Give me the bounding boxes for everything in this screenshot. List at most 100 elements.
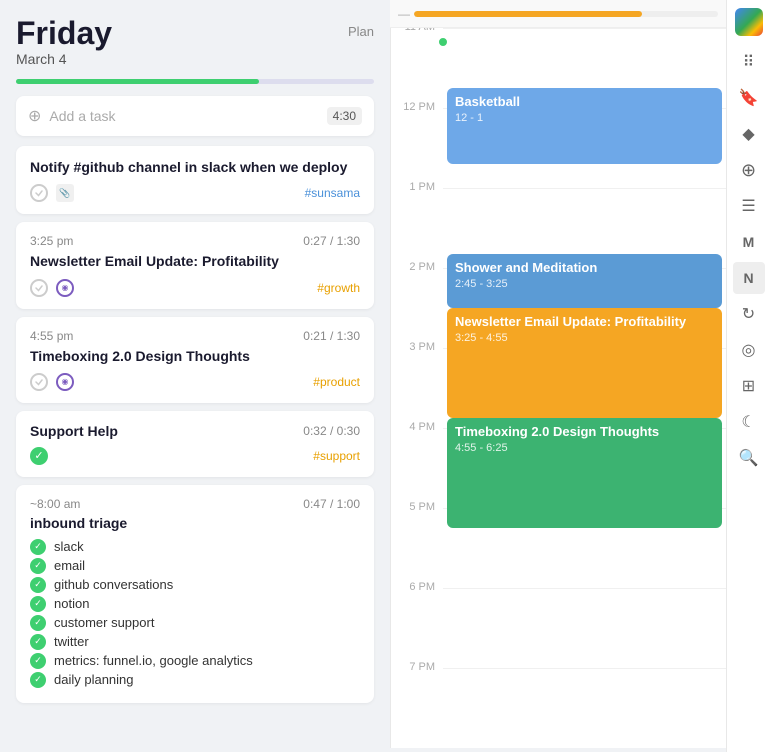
support-title: Support Help — [30, 423, 118, 439]
support-card: Support Help 0:32 / 0:30 ✓ #support — [16, 411, 374, 477]
event-title: Timeboxing 2.0 Design Thoughts — [455, 424, 714, 440]
time-label: 2 PM — [391, 261, 443, 273]
support-check[interactable]: ✓ — [30, 447, 48, 465]
checklist-item: ✓customer support — [30, 615, 360, 631]
github-icon[interactable]: ⊕ — [733, 154, 765, 186]
checklist-label: daily planning — [54, 672, 134, 687]
progress-bar-bg — [16, 79, 374, 84]
triage-duration: 0:47 / 1:00 — [303, 497, 360, 511]
time-label: 11 AM — [391, 28, 443, 33]
task-title-newsletter: Newsletter Email Update: Profitability — [30, 252, 360, 270]
calendar-event[interactable]: Timeboxing 2.0 Design Thoughts 4:55 - 6:… — [447, 418, 722, 528]
checklist-label: email — [54, 558, 85, 573]
refresh-icon[interactable]: ↻ — [733, 298, 765, 330]
progress-bar-fill — [16, 79, 259, 84]
time-label: 5 PM — [391, 501, 443, 513]
mail-icon[interactable]: M — [733, 226, 765, 258]
checklist-check: ✓ — [30, 558, 46, 574]
checklist-item: ✓ slack — [30, 539, 360, 555]
checklist-item: ✓notion — [30, 596, 360, 612]
add-task-row[interactable]: ⊕ Add a task 4:30 — [16, 96, 374, 136]
checklist-check: ✓ — [30, 596, 46, 612]
task-duration-newsletter: 0:27 / 1:30 — [303, 234, 360, 248]
cal-progress-fill — [414, 11, 642, 17]
checklist-check: ✓ — [30, 653, 46, 669]
checklist-label: twitter — [54, 634, 89, 649]
checklist-item: ✓ twitter — [30, 634, 360, 650]
triage-time: ~8:00 am — [30, 497, 80, 511]
task-card-notify: Notify #github channel in slack when we … — [16, 146, 374, 214]
checklist-label: slack — [54, 539, 84, 554]
triage-title: inbound triage — [30, 515, 360, 531]
task-card-newsletter: 3:25 pm 0:27 / 1:30 Newsletter Email Upd… — [16, 222, 374, 308]
support-row: Support Help 0:32 / 0:30 — [30, 423, 360, 439]
add-task-badge: 4:30 — [327, 107, 362, 125]
task-title-notify: Notify #github channel in slack when we … — [30, 158, 360, 176]
page-title: Friday — [16, 16, 112, 51]
triage-meta: ~8:00 am 0:47 / 1:00 — [30, 497, 360, 511]
support-duration: 0:32 / 0:30 — [303, 424, 360, 438]
calendar-event[interactable]: Shower and Meditation 2:45 - 3:25 — [447, 254, 722, 308]
checklist-label: customer support — [54, 615, 154, 630]
time-label: 4 PM — [391, 421, 443, 433]
calendar-event[interactable]: Basketball 12 - 1 — [447, 88, 722, 164]
time-label: 6 PM — [391, 581, 443, 593]
checklist-check: ✓ — [30, 539, 46, 555]
task-footer-notify: 📎 #sunsama — [30, 184, 360, 202]
checklist-label: metrics: funnel.io, google analytics — [54, 653, 253, 668]
list-icon[interactable]: ☰ — [733, 190, 765, 222]
checklist-check: ✓ — [30, 672, 46, 688]
task-duration-timeboxing: 0:21 / 1:30 — [303, 329, 360, 343]
task-tag-notify: #sunsama — [305, 186, 360, 200]
calendar-wrapper: — 11 AM 12 PM 1 PM 2 PM 3 PM 4 PM 5 PM 6… — [390, 0, 726, 752]
calendar-panel[interactable]: 11 AM 12 PM 1 PM 2 PM 3 PM 4 PM 5 PM 6 P… — [390, 28, 726, 748]
task-meta-timeboxing: 4:55 pm 0:21 / 1:30 — [30, 329, 360, 343]
notion-icon[interactable]: N — [733, 262, 765, 294]
tag-circle-timeboxing: ◉ — [56, 373, 74, 391]
task-check-newsletter[interactable] — [30, 279, 48, 297]
moon-icon[interactable]: ☾ — [733, 406, 765, 438]
header: Friday March 4 Plan — [16, 16, 374, 75]
add-task-left: ⊕ Add a task — [28, 106, 116, 126]
task-time-timeboxing: 4:55 pm — [30, 329, 73, 343]
event-time: 3:25 - 4:55 — [455, 332, 714, 344]
left-panel: Friday March 4 Plan ⊕ Add a task 4:30 No… — [0, 0, 390, 752]
clip-icon-notify: 📎 — [56, 184, 74, 202]
people-icon[interactable]: ⠿ — [733, 46, 765, 78]
event-time: 2:45 - 3:25 — [455, 278, 714, 290]
tag-circle-newsletter: ◉ — [56, 279, 74, 297]
event-title: Shower and Meditation — [455, 260, 714, 276]
events-container: Basketball 12 - 1 Shower and Meditation … — [443, 28, 726, 748]
plan-button[interactable]: Plan — [348, 16, 374, 39]
checklist-item: ✓ daily planning — [30, 672, 360, 688]
task-title-timeboxing: Timeboxing 2.0 Design Thoughts — [30, 347, 360, 365]
cal-top-bar: — — [390, 0, 726, 28]
search-icon[interactable]: 🔍 — [733, 442, 765, 474]
calendar-event[interactable]: Newsletter Email Update: Profitability 3… — [447, 308, 722, 418]
checklist-item: ✓ metrics: funnel.io, google analytics — [30, 653, 360, 669]
plus-icon: ⊕ — [28, 106, 41, 126]
target-icon[interactable]: ◎ — [733, 334, 765, 366]
cal-dash: — — [398, 7, 410, 21]
task-check-notify[interactable] — [30, 184, 48, 202]
triage-checklist: ✓ slack ✓ email ✓github conversations ✓notion… — [30, 539, 360, 688]
event-time: 4:55 - 6:25 — [455, 442, 714, 454]
cal-progress-bg — [414, 11, 718, 17]
support-tag: #support — [313, 449, 360, 463]
event-title: Basketball — [455, 94, 714, 110]
page-date: March 4 — [16, 51, 112, 67]
task-check-timeboxing[interactable] — [30, 373, 48, 391]
bookmark-icon[interactable]: 🔖 — [733, 82, 765, 114]
task-tag-timeboxing: #product — [313, 375, 360, 389]
checklist-check: ✓ — [30, 634, 46, 650]
diamond-icon[interactable]: ◆ — [733, 118, 765, 150]
time-label: 7 PM — [391, 661, 443, 673]
archive-icon[interactable]: ⊞ — [733, 370, 765, 402]
checklist-check: ✓ — [30, 577, 46, 593]
checklist-item: ✓ email — [30, 558, 360, 574]
time-label: 3 PM — [391, 341, 443, 353]
support-footer: ✓ #support — [30, 447, 360, 465]
checklist-item: ✓github conversations — [30, 577, 360, 593]
google-calendar-icon[interactable] — [735, 8, 763, 36]
event-time: 12 - 1 — [455, 112, 714, 124]
